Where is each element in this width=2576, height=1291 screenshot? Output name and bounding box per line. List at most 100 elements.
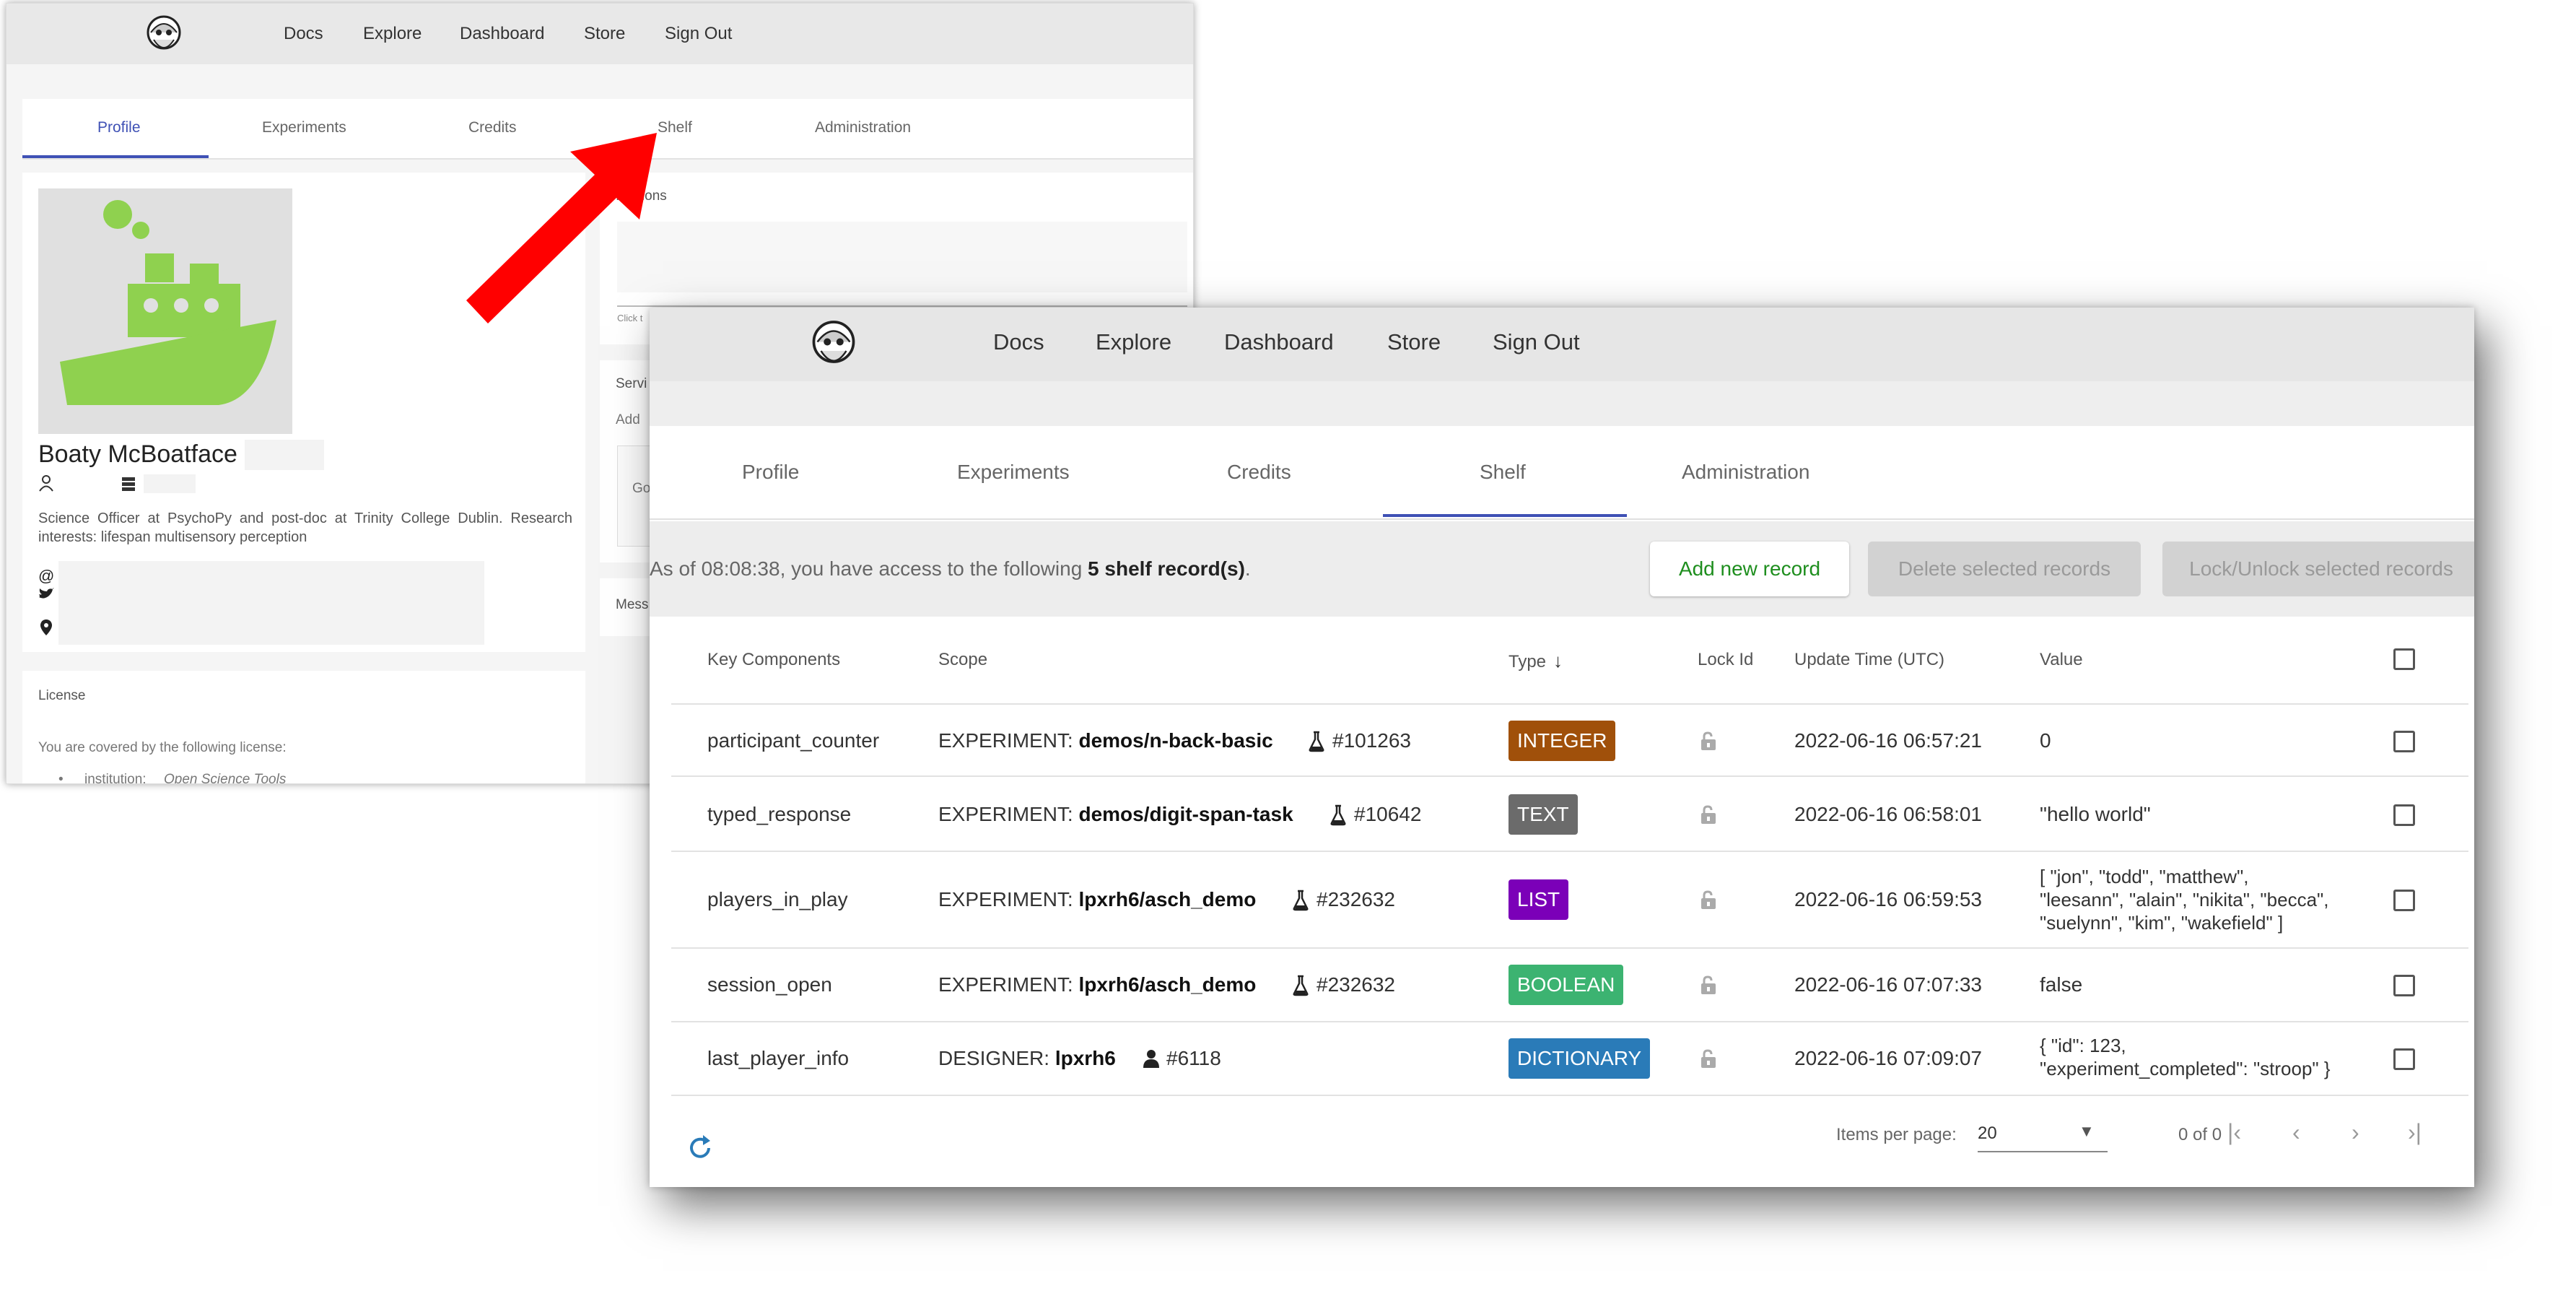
nav-docs[interactable]: Docs xyxy=(284,24,323,44)
tab-administration[interactable]: Administration xyxy=(1682,461,1809,484)
row-key: session_open xyxy=(707,973,832,996)
nav-docs[interactable]: Docs xyxy=(993,329,1044,355)
scope-kind: DESIGNER: xyxy=(938,1047,1050,1069)
scope-name[interactable]: lpxrh6/asch_demo xyxy=(1078,973,1256,996)
row-update-time: 2022-06-16 07:07:33 xyxy=(1794,973,1982,996)
unlock-icon[interactable] xyxy=(1698,1048,1719,1070)
nav-dashboard[interactable]: Dashboard xyxy=(1224,329,1334,355)
scope-name[interactable]: lpxrh6/asch_demo xyxy=(1078,888,1256,910)
tab-experiments[interactable]: Experiments xyxy=(957,461,1070,484)
row-scope: EXPERIMENT: demos/n-back-basic xyxy=(938,729,1273,752)
tab-profile[interactable]: Profile xyxy=(742,461,799,484)
flask-icon xyxy=(1330,804,1346,826)
column-value[interactable]: Value xyxy=(2040,650,2083,670)
type-badge: LIST xyxy=(1509,879,1569,920)
scope-id: #6118 xyxy=(1166,1047,1221,1069)
nav-explore[interactable]: Explore xyxy=(363,24,422,44)
nav-store[interactable]: Store xyxy=(584,24,625,44)
row-value: "hello world" xyxy=(2040,803,2151,825)
unlock-icon[interactable] xyxy=(1698,731,1719,752)
scope-name[interactable]: lpxrh6 xyxy=(1055,1047,1116,1069)
red-arrow-icon xyxy=(466,133,657,323)
dropdown-arrow-icon: ▼ xyxy=(2079,1122,2095,1140)
tab-experiments[interactable]: Experiments xyxy=(262,119,346,136)
column-update-time[interactable]: Update Time (UTC) xyxy=(1794,650,1944,670)
nav-sign-out[interactable]: Sign Out xyxy=(1493,329,1580,355)
last-page-icon[interactable]: ›| xyxy=(2408,1119,2422,1146)
active-tab-indicator xyxy=(22,155,209,158)
nav-dashboard[interactable]: Dashboard xyxy=(460,24,544,44)
license-card xyxy=(22,671,585,783)
unlock-icon[interactable] xyxy=(1698,975,1719,996)
tab-administration[interactable]: Administration xyxy=(815,119,911,136)
affiliations-input[interactable] xyxy=(617,222,1187,292)
row-checkbox[interactable] xyxy=(2393,975,2415,996)
row-checkbox[interactable] xyxy=(2393,804,2415,826)
summary-count: 5 shelf record(s) xyxy=(1088,557,1245,580)
row-value: 0 xyxy=(2040,729,2051,752)
add-record-button[interactable]: Add new record xyxy=(1650,542,1849,596)
services-title: Servi xyxy=(616,376,647,391)
flask-icon xyxy=(1309,731,1324,752)
divider xyxy=(671,1095,2468,1096)
scope-id: #232632 xyxy=(1317,973,1396,996)
row-update-time: 2022-06-16 06:59:53 xyxy=(1794,888,1982,910)
items-per-page-select[interactable]: 20 ▼ xyxy=(1978,1121,2108,1152)
next-page-icon[interactable]: › xyxy=(2352,1119,2359,1146)
type-badge: DICTIONARY xyxy=(1509,1038,1651,1079)
shelf-summary: As of 08:08:38, you have access to the f… xyxy=(650,557,1251,581)
row-scope: EXPERIMENT: demos/digit-span-task xyxy=(938,803,1293,826)
nav-explore[interactable]: Explore xyxy=(1096,329,1171,355)
refresh-icon[interactable] xyxy=(686,1134,715,1162)
nav-sign-out[interactable]: Sign Out xyxy=(665,24,732,44)
pagination-range: 0 of 0 xyxy=(2178,1125,2222,1144)
scope-kind: EXPERIMENT: xyxy=(938,888,1073,910)
scope-id: #232632 xyxy=(1317,888,1396,910)
select-all-checkbox[interactable] xyxy=(2393,648,2415,670)
value-line: { "id": 123, xyxy=(2040,1035,2126,1056)
unlock-icon[interactable] xyxy=(1698,890,1719,911)
avatar[interactable] xyxy=(38,188,292,434)
unlock-icon[interactable] xyxy=(1698,804,1719,826)
row-key: last_player_info xyxy=(707,1047,850,1069)
summary-suffix: . xyxy=(1244,557,1251,580)
sort-arrow-down-icon[interactable]: ↓ xyxy=(1553,650,1563,672)
column-type[interactable]: Type ↓ xyxy=(1509,650,1563,672)
row-value: [ "jon", "todd", "matthew", "leesann", "… xyxy=(2040,865,2329,934)
row-checkbox[interactable] xyxy=(2393,1048,2415,1070)
tab-profile[interactable]: Profile xyxy=(97,119,141,136)
scope-kind: EXPERIMENT: xyxy=(938,729,1073,752)
nav-spacer xyxy=(650,381,2474,426)
summary-prefix: As of 08:08:38, you have access to the f… xyxy=(650,557,1083,580)
column-lock-id[interactable]: Lock Id xyxy=(1698,650,1753,670)
row-checkbox[interactable] xyxy=(2393,731,2415,752)
lock-unlock-selected-button[interactable]: Lock/Unlock selected records xyxy=(2162,542,2474,596)
row-scope: EXPERIMENT: lpxrh6/asch_demo xyxy=(938,973,1256,996)
column-key-components[interactable]: Key Components xyxy=(707,650,840,670)
value-line: "leesann", "alain", "nikita", "becca", xyxy=(2040,889,2329,910)
row-key: typed_response xyxy=(707,803,852,825)
tab-credits[interactable]: Credits xyxy=(1227,461,1291,484)
value-line: "suelynn", "kim", "wakefield" ] xyxy=(2040,912,2284,934)
type-badge: TEXT xyxy=(1509,794,1578,835)
row-key: participant_counter xyxy=(707,729,880,752)
first-page-icon[interactable]: |‹ xyxy=(2227,1119,2241,1146)
shelf-window: Docs Explore Dashboard Store Sign Out Pr… xyxy=(650,308,2474,1187)
app-logo-icon[interactable] xyxy=(808,315,859,373)
coins-icon xyxy=(122,477,135,491)
profile-name: Boaty McBoatface xyxy=(38,440,237,468)
scope-name[interactable]: demos/n-back-basic xyxy=(1078,729,1272,752)
previous-page-icon[interactable]: ‹ xyxy=(2292,1119,2300,1146)
divider xyxy=(671,775,2468,777)
tab-shelf[interactable]: Shelf xyxy=(1480,461,1526,484)
boat-icon xyxy=(60,200,276,405)
services-go: Go xyxy=(632,481,651,496)
column-scope[interactable]: Scope xyxy=(938,650,987,670)
scope-name[interactable]: demos/digit-span-task xyxy=(1078,803,1293,825)
nav-store[interactable]: Store xyxy=(1387,329,1441,355)
row-checkbox[interactable] xyxy=(2393,890,2415,911)
delete-selected-button[interactable]: Delete selected records xyxy=(1868,542,2141,596)
license-text: You are covered by the following license… xyxy=(38,740,287,755)
license-item-value: Open Science Tools xyxy=(164,772,287,784)
app-logo-icon[interactable] xyxy=(144,11,184,57)
